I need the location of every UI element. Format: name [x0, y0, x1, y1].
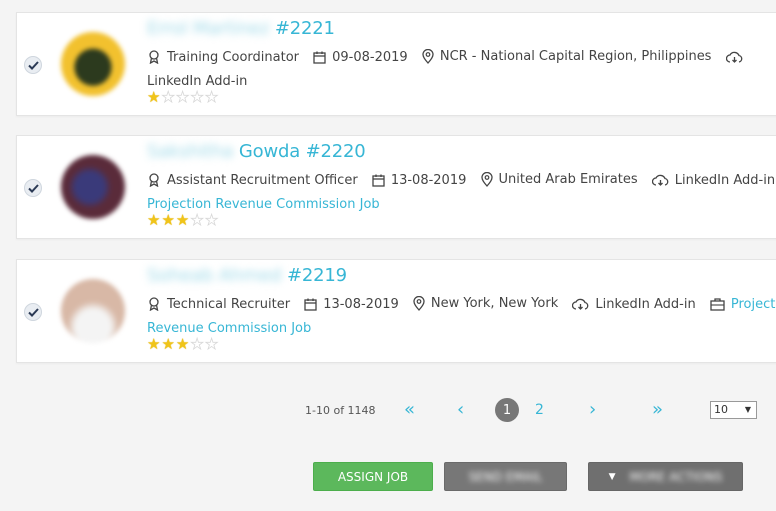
- select-checkbox[interactable]: [24, 56, 42, 74]
- star-icon[interactable]: ★: [204, 212, 218, 228]
- candidate-id: #2219: [287, 265, 347, 286]
- candidate-meta: Assistant Recruitment Officer 13-08-2019…: [147, 169, 776, 215]
- avatar[interactable]: [61, 155, 125, 219]
- rating-stars[interactable]: ★ ★ ★ ★ ★: [147, 89, 219, 105]
- page-2-link[interactable]: 2: [535, 402, 544, 418]
- date-item: 09-08-2019: [313, 47, 408, 68]
- location-pin-icon: [413, 296, 425, 311]
- star-icon[interactable]: ★: [147, 213, 160, 228]
- cloud-download-icon: [651, 174, 669, 186]
- calendar-icon: [313, 51, 326, 64]
- candidate-card: Soheab Ahmed #2219 Technical Recruiter 1…: [16, 259, 776, 363]
- source-item: LinkedIn Add-in: [651, 170, 775, 191]
- candidate-card: Sakshitha Gowda #2220 Assistant Recruitm…: [16, 135, 776, 239]
- location-item: United Arab Emirates: [480, 169, 638, 190]
- star-icon[interactable]: ★: [147, 90, 160, 105]
- rating-stars[interactable]: ★ ★ ★ ★ ★: [147, 212, 219, 228]
- candidate-name-hidden: Soheab Ahmed: [147, 265, 282, 286]
- result-range: 1-10 of 1148: [305, 404, 376, 417]
- star-icon[interactable]: ★: [190, 336, 204, 352]
- award-icon: [149, 173, 159, 187]
- caret-down-icon: ▼: [744, 405, 751, 414]
- star-icon[interactable]: ★: [147, 337, 160, 352]
- rating-stars[interactable]: ★ ★ ★ ★ ★: [147, 336, 219, 352]
- select-checkbox[interactable]: [24, 303, 42, 321]
- star-icon[interactable]: ★: [204, 336, 218, 352]
- job-title-item: Technical Recruiter: [147, 294, 290, 315]
- assign-job-button[interactable]: ASSIGN JOB: [313, 462, 433, 491]
- page-size-select[interactable]: 10 ▼: [710, 401, 757, 419]
- caret-down-icon: ▼: [608, 471, 616, 482]
- star-icon[interactable]: ★: [175, 89, 189, 105]
- star-icon[interactable]: ★: [161, 337, 174, 352]
- star-icon[interactable]: ★: [204, 89, 218, 105]
- candidate-meta: Technical Recruiter 13-08-2019 New York,…: [147, 293, 776, 339]
- avatar[interactable]: [61, 279, 125, 343]
- star-icon[interactable]: ★: [161, 89, 175, 105]
- date-item: 13-08-2019: [304, 294, 399, 315]
- source-item: LinkedIn Add-in: [572, 294, 696, 315]
- select-checkbox[interactable]: [24, 179, 42, 197]
- first-page-button[interactable]: «: [404, 399, 415, 420]
- source-label: LinkedIn Add-in: [147, 74, 248, 89]
- send-email-button[interactable]: SEND EMAIL: [444, 462, 567, 491]
- candidate-name-hidden: Errol Martinez: [147, 18, 270, 39]
- cloud-download-icon: [572, 298, 589, 310]
- candidate-name-link[interactable]: Sakshitha Gowda #2220: [147, 141, 366, 162]
- candidate-id: #2220: [305, 141, 366, 162]
- check-icon: [27, 183, 39, 193]
- job-item: Projection: [710, 294, 776, 315]
- avatar[interactable]: [61, 32, 125, 96]
- more-actions-button[interactable]: ▼ MORE ACTIONS: [588, 462, 743, 491]
- calendar-icon: [372, 174, 385, 187]
- candidate-name-link[interactable]: Soheab Ahmed #2219: [147, 265, 347, 286]
- location-pin-icon: [480, 172, 493, 187]
- job-title-item: Training Coordinator: [147, 47, 299, 68]
- check-icon: [27, 307, 39, 317]
- location-pin-icon: [422, 49, 434, 64]
- job-link[interactable]: Projection Revenue Commission Job: [147, 197, 380, 212]
- award-icon: [149, 297, 159, 311]
- star-icon[interactable]: ★: [161, 213, 174, 228]
- star-icon[interactable]: ★: [176, 337, 189, 352]
- date-item: 13-08-2019: [372, 170, 466, 191]
- prev-page-button[interactable]: ‹: [457, 399, 464, 420]
- location-item: New York, New York: [413, 293, 558, 314]
- candidate-meta: Training Coordinator 09-08-2019 NCR - Na…: [147, 46, 776, 92]
- job-link-continued[interactable]: Revenue Commission Job: [147, 321, 311, 336]
- cloud-download-icon: [725, 51, 742, 63]
- star-icon[interactable]: ★: [190, 89, 204, 105]
- source-item: [725, 51, 749, 64]
- star-icon[interactable]: ★: [176, 213, 189, 228]
- current-page[interactable]: 1: [495, 398, 519, 422]
- next-page-button[interactable]: ›: [589, 399, 596, 420]
- last-page-button[interactable]: »: [652, 399, 663, 420]
- job-title-item: Assistant Recruitment Officer: [147, 170, 358, 191]
- candidate-name-link[interactable]: Errol Martinez #2221: [147, 18, 335, 39]
- check-icon: [27, 60, 39, 70]
- candidate-name-visible: Gowda: [238, 141, 301, 162]
- job-link[interactable]: Projection: [731, 294, 776, 315]
- candidate-name-hidden: Sakshitha: [147, 141, 234, 162]
- star-icon[interactable]: ★: [190, 212, 204, 228]
- candidate-id: #2221: [274, 18, 335, 39]
- calendar-icon: [304, 298, 317, 311]
- award-icon: [149, 50, 159, 64]
- location-item: NCR - National Capital Region, Philippin…: [422, 46, 711, 67]
- pagination: 1-10 of 1148 « ‹ 1 2 › » 10 ▼: [0, 398, 776, 424]
- briefcase-icon: [710, 298, 725, 311]
- candidate-card: Errol Martinez #2221 Training Coordinato…: [16, 12, 776, 116]
